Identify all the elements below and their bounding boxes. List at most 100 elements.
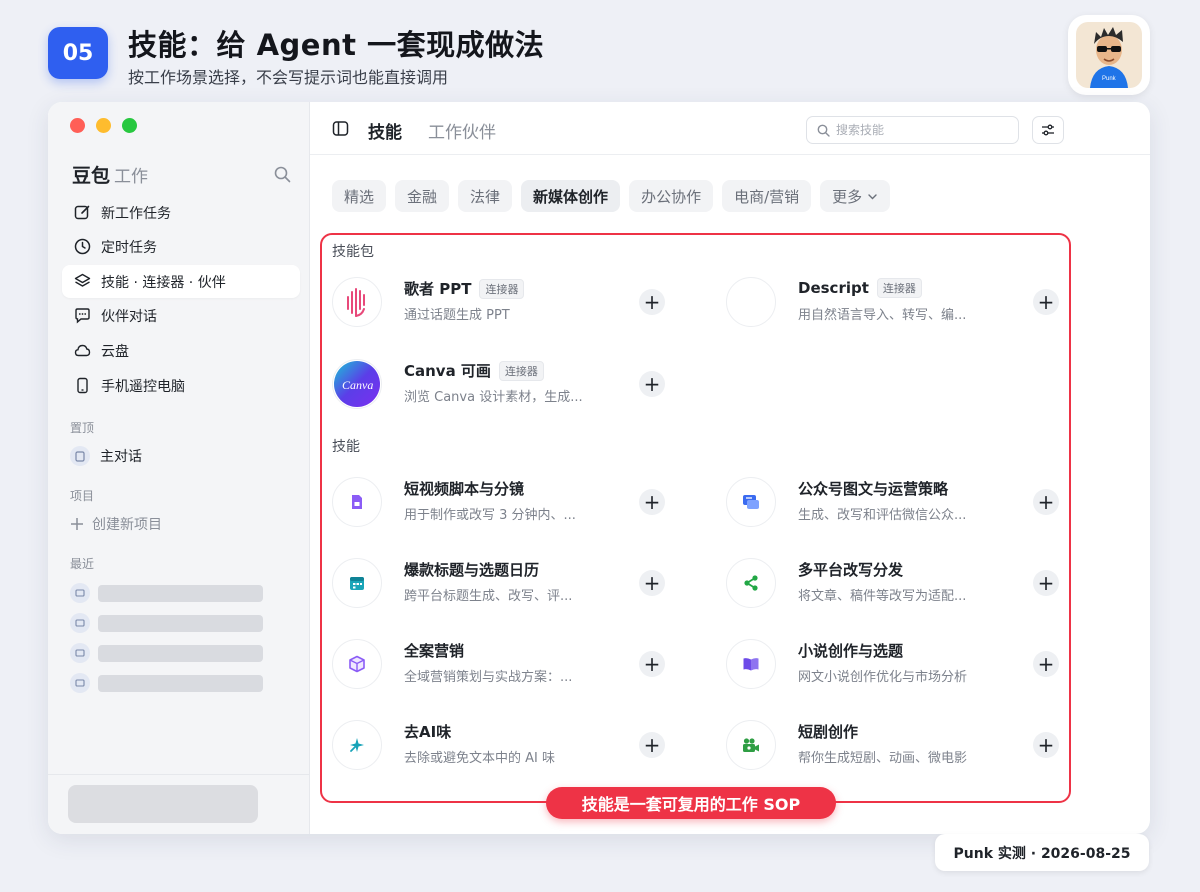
minimize-window-button[interactable]	[96, 118, 111, 133]
category-finance[interactable]: 金融	[395, 180, 450, 212]
pinned-section-label: 置顶	[70, 421, 95, 435]
add-skill-button[interactable]: +	[1033, 289, 1059, 315]
sidebar-item-label: 新工作任务	[101, 205, 171, 222]
add-skill-button[interactable]: +	[639, 732, 665, 758]
skill-card[interactable]: 短视频脚本与分镜 用于制作或改写 3 分钟内、... +	[332, 471, 672, 533]
add-skill-button[interactable]: +	[639, 570, 665, 596]
create-project-button[interactable]: 创建新项目	[70, 514, 162, 534]
card-description: 网文小说创作优化与市场分析	[798, 670, 968, 685]
card-description: 浏览 Canva 设计素材，生成...	[404, 390, 583, 405]
pinned-item-main-chat[interactable]: 主对话	[70, 446, 142, 466]
recent-item[interactable]	[70, 583, 263, 603]
share-icon	[726, 558, 776, 608]
close-window-button[interactable]	[70, 118, 85, 133]
avatar-text: Punk	[1102, 76, 1117, 82]
add-skill-button[interactable]: +	[1033, 732, 1059, 758]
main-panel: 技能 工作伙伴 精选 金融 法律 新媒体创作 办公协作 电商/营销 更多 技能包	[310, 102, 1150, 834]
layers-icon	[74, 273, 91, 287]
recent-item[interactable]	[70, 673, 263, 693]
card-title: 多平台改写分发	[798, 559, 903, 580]
skill-search-input[interactable]	[836, 123, 1006, 137]
category-featured[interactable]: 精选	[332, 180, 387, 212]
recent-item-placeholder	[98, 644, 263, 662]
sidebar: 豆包 工作 新工作任务 定时任务 技能 · 连接器 · 伙伴 伙伴对话 云盘 手机…	[48, 102, 310, 834]
category-office[interactable]: 办公协作	[629, 180, 714, 212]
svg-text:Canva: Canva	[342, 378, 373, 392]
sidebar-item-skills[interactable]: 技能 · 连接器 · 伙伴	[62, 265, 300, 298]
sidebar-divider	[48, 774, 310, 775]
recent-item[interactable]	[70, 643, 263, 663]
sidebar-item-new-task[interactable]: 新工作任务	[62, 196, 300, 229]
add-skill-button[interactable]: +	[639, 489, 665, 515]
book-icon	[726, 639, 776, 689]
chat-history-icon	[70, 673, 90, 693]
canva-logo-icon: Canva	[332, 359, 382, 409]
skill-card[interactable]: 小说创作与选题 网文小说创作优化与市场分析 +	[726, 633, 1066, 695]
recent-item-placeholder	[98, 584, 263, 602]
skill-card[interactable]: 短剧创作 帮你生成短剧、动画、微电影 +	[726, 714, 1066, 776]
skill-card[interactable]: 公众号图文与运营策略 生成、改写和评估微信公众... +	[726, 471, 1066, 533]
skill-search-box[interactable]	[806, 116, 1019, 144]
category-new-media[interactable]: 新媒体创作	[521, 180, 621, 212]
category-ecommerce[interactable]: 电商/营销	[722, 180, 812, 212]
tab-partners[interactable]: 工作伙伴	[428, 118, 496, 143]
card-title: 全案营销	[404, 640, 464, 661]
add-skill-button[interactable]: +	[1033, 489, 1059, 515]
card-title: 爆款标题与选题日历	[404, 559, 539, 580]
card-name-text: Canva 可画	[404, 362, 491, 380]
add-skill-button[interactable]: +	[1033, 570, 1059, 596]
add-skill-button[interactable]: +	[639, 289, 665, 315]
page-title: 技能：给 Agent 一套现成做法	[128, 28, 545, 62]
recent-item-placeholder	[98, 614, 263, 632]
skill-card[interactable]: 爆款标题与选题日历 跨平台标题生成、改写、评... +	[332, 552, 672, 614]
card-name-text: 公众号图文与运营策略	[798, 480, 949, 498]
skill-pack-card[interactable]: Descript 连接器 用自然语言导入、转写、编... +	[726, 271, 1066, 333]
sidebar-search-icon[interactable]	[274, 166, 291, 187]
recent-item-placeholder	[98, 674, 263, 692]
maximize-window-button[interactable]	[122, 118, 137, 133]
card-name-text: 去AI味	[404, 723, 452, 741]
card-description: 将文章、稿件等改写为适配...	[798, 589, 967, 604]
app-brand: 豆包 工作	[72, 161, 148, 188]
sidebar-item-phone-remote[interactable]: 手机遥控电脑	[62, 369, 300, 402]
descript-logo-icon	[726, 277, 776, 327]
add-skill-button[interactable]: +	[639, 371, 665, 397]
category-legal[interactable]: 法律	[458, 180, 513, 212]
user-profile-placeholder[interactable]	[68, 785, 258, 823]
movie-camera-icon	[726, 720, 776, 770]
sparkle-icon	[332, 720, 382, 770]
filter-button[interactable]	[1032, 116, 1064, 144]
brand-name: 豆包	[72, 165, 111, 187]
card-title: 歌者 PPT 连接器	[404, 278, 525, 299]
sidebar-item-partner-chat[interactable]: 伙伴对话	[62, 299, 300, 332]
card-description: 全域营销策划与实战方案：...	[404, 670, 573, 685]
card-title: 小说创作与选题	[798, 640, 903, 661]
skill-pack-card[interactable]: Canva Canva 可画 连接器 浏览 Canva 设计素材，生成... +	[332, 353, 672, 415]
card-title: Descript 连接器	[798, 278, 922, 298]
add-skill-button[interactable]: +	[639, 651, 665, 677]
add-skill-button[interactable]: +	[1033, 651, 1059, 677]
skill-card[interactable]: 多平台改写分发 将文章、稿件等改写为适配... +	[726, 552, 1066, 614]
skill-card[interactable]: 全案营销 全域营销策划与实战方案：... +	[332, 633, 672, 695]
card-title: Canva 可画 连接器	[404, 360, 544, 381]
sidebar-item-scheduled[interactable]: 定时任务	[62, 230, 300, 263]
skill-packs-label: 技能包	[332, 244, 374, 260]
card-title: 公众号图文与运营策略	[798, 478, 948, 499]
sidebar-item-label: 技能 · 连接器 · 伙伴	[101, 274, 226, 291]
chat-history-icon	[70, 643, 90, 663]
chat-icon	[75, 308, 90, 324]
skill-card[interactable]: 去AI味 去除或避免文本中的 AI 味 +	[332, 714, 672, 776]
tab-skills[interactable]: 技能	[368, 118, 402, 143]
sidebar-toggle-icon[interactable]	[332, 120, 349, 141]
card-name-text: 爆款标题与选题日历	[404, 561, 540, 579]
sidebar-item-label: 定时任务	[101, 239, 157, 256]
sidebar-item-cloud[interactable]: 云盘	[62, 334, 300, 367]
recent-item[interactable]	[70, 613, 263, 633]
card-description: 用自然语言导入、转写、编...	[798, 308, 967, 323]
connector-tag: 连接器	[479, 278, 525, 299]
skill-pack-card[interactable]: 歌者 PPT 连接器 通过话题生成 PPT +	[332, 271, 672, 333]
connector-tag: 连接器	[876, 278, 922, 298]
card-title: 短视频脚本与分镜	[404, 478, 524, 499]
category-more[interactable]: 更多	[820, 180, 891, 212]
card-name-text: 歌者 PPT	[404, 280, 472, 298]
